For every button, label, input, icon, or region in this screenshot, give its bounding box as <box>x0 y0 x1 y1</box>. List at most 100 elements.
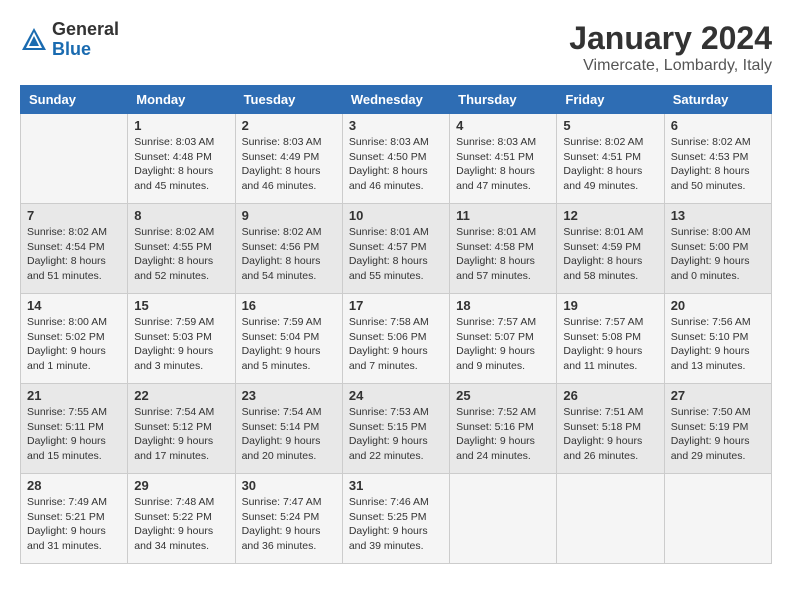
day-info: Sunrise: 7:54 AMSunset: 5:12 PMDaylight:… <box>134 405 228 464</box>
day-info-line: Sunset: 5:02 PM <box>27 331 105 343</box>
calendar-cell: 21Sunrise: 7:55 AMSunset: 5:11 PMDayligh… <box>21 384 128 474</box>
day-info-line: Daylight: 9 hours <box>671 435 750 447</box>
day-info-line: and 20 minutes. <box>242 450 317 462</box>
calendar-cell: 22 Sunrise: 7:54 AMSunset: 5:12 PMDayligh… <box>128 384 235 474</box>
day-info-line: Sunset: 4:54 PM <box>27 241 105 253</box>
calendar-cell: 4Sunrise: 8:03 AMSunset: 4:51 PMDaylight… <box>450 114 557 204</box>
day-info-line: Daylight: 9 hours <box>242 435 321 447</box>
header-wednesday: Wednesday <box>342 86 449 114</box>
day-info: Sunrise: 7:55 AM Sunset: 5:11 PM Daylight:… <box>27 405 121 464</box>
day-number: 7 <box>27 208 121 223</box>
day-info-line: Daylight: 9 hours <box>349 345 428 357</box>
day-info-line: Sunrise: 7:54 AM <box>242 406 322 418</box>
day-info-line: and 49 minutes. <box>563 180 638 192</box>
day-number: 18 <box>456 298 550 313</box>
day-info-line: and 47 minutes. <box>456 180 531 192</box>
week-row-2: 14Sunrise: 8:00 AMSunset: 5:02 PMDayligh… <box>21 294 772 384</box>
day-info-line: Sunrise: 7:46 AM <box>349 496 429 508</box>
day-info-line: Sunrise: 8:03 AM <box>456 136 536 148</box>
day-info-line: Sunset: 5:11 PM <box>27 421 104 433</box>
calendar-cell: 13Sunrise: 8:00 AMSunset: 5:00 PMDayligh… <box>664 204 771 294</box>
day-info-line: Sunrise: 7:55 AM <box>27 406 107 418</box>
day-info-line: Sunset: 4:48 PM <box>134 151 212 163</box>
day-info-line: Sunset: 5:22 PM <box>134 511 212 523</box>
day-info-line: Sunset: 5:25 PM <box>349 511 427 523</box>
day-info-line: Daylight: 8 hours <box>134 165 213 177</box>
day-number: 25 <box>456 388 550 403</box>
day-info: Sunrise: 7:53 AMSunset: 5:15 PMDaylight:… <box>349 405 443 464</box>
day-info: Sunrise: 8:01 AMSunset: 4:57 PMDaylight:… <box>349 225 443 284</box>
week-row-4: 28Sunrise: 7:49 AMSunset: 5:21 PMDayligh… <box>21 474 772 564</box>
day-number: 22 <box>134 388 228 403</box>
day-info-line: Sunrise: 7:48 AM <box>134 496 214 508</box>
day-info-line: Sunset: 5:16 PM <box>456 421 534 433</box>
day-info-line: Daylight: 9 hours <box>349 525 428 537</box>
day-info-line: Sunrise: 7:58 AM <box>349 316 429 328</box>
day-info-line: Daylight: 9 hours <box>456 435 535 447</box>
day-info: Sunrise: 8:03 AMSunset: 4:49 PMDaylight:… <box>242 135 336 194</box>
title-block: January 2024 Vimercate, Lombardy, Italy <box>569 20 772 75</box>
header-tuesday: Tuesday <box>235 86 342 114</box>
day-info-line: Daylight: 8 hours <box>27 255 106 267</box>
day-info-line: and 3 minutes. <box>134 360 203 372</box>
day-info-line: Daylight: 8 hours <box>134 255 213 267</box>
calendar-cell: 20Sunrise: 7:56 AMSunset: 5:10 PMDayligh… <box>664 294 771 384</box>
calendar-cell: 1Sunrise: 8:03 AMSunset: 4:48 PMDaylight… <box>128 114 235 204</box>
week-row-3: 21Sunrise: 7:55 AMSunset: 5:11 PMDayligh… <box>21 384 772 474</box>
day-info-line: Sunset: 4:59 PM <box>563 241 641 253</box>
day-info-line: Sunrise: 8:03 AM <box>242 136 322 148</box>
day-info-line: Sunrise: 8:02 AM <box>671 136 751 148</box>
day-info: Sunrise: 7:57 AMSunset: 5:07 PMDaylight:… <box>456 315 550 374</box>
day-info-line: and 52 minutes. <box>134 270 209 282</box>
day-info-line: and 22 minutes. <box>349 450 424 462</box>
calendar-cell: 8Sunrise: 8:02 AMSunset: 4:55 PMDaylight… <box>128 204 235 294</box>
day-info-line: Sunrise: 7:59 AM <box>242 316 322 328</box>
day-info: Sunrise: 8:02 AMSunset: 4:55 PMDaylight:… <box>134 225 228 284</box>
day-info-line: and 11 minutes. <box>563 360 637 372</box>
calendar-cell: 30Sunrise: 7:47 AMSunset: 5:24 PMDayligh… <box>235 474 342 564</box>
day-info: Sunrise: 8:02 AMSunset: 4:56 PMDaylight:… <box>242 225 336 284</box>
day-info: Sunrise: 8:01 AMSunset: 4:59 PMDaylight:… <box>563 225 657 284</box>
day-info-line: Daylight: 9 hours <box>349 435 428 447</box>
header-sunday: Sunday <box>21 86 128 114</box>
day-info-line: Daylight: 9 hours <box>27 525 106 537</box>
day-info-line: Sunset: 5:21 PM <box>27 511 105 523</box>
day-info-line: and 5 minutes. <box>242 360 311 372</box>
header-saturday: Saturday <box>664 86 771 114</box>
day-info-line: Sunrise: 7:47 AM <box>242 496 322 508</box>
day-info: Sunrise: 8:00 AMSunset: 5:00 PMDaylight:… <box>671 225 765 284</box>
day-info-line: Daylight: 9 hours <box>563 345 642 357</box>
day-info-line: Daylight: 8 hours <box>242 165 321 177</box>
day-number: 5 <box>563 118 657 133</box>
day-info-line: Sunset: 4:53 PM <box>671 151 749 163</box>
day-info-line: Sunrise: 8:02 AM <box>27 226 107 238</box>
day-info: Sunrise: 7:54 AMSunset: 5:14 PMDaylight:… <box>242 405 336 464</box>
day-info-line: Daylight: 9 hours <box>27 435 106 447</box>
day-info-line: and 17 minutes. <box>134 450 209 462</box>
day-number: 1 <box>134 118 228 133</box>
day-info: Sunrise: 7:50 AMSunset: 5:19 PMDaylight:… <box>671 405 765 464</box>
day-number: 31 <box>349 478 443 493</box>
day-info: Sunrise: 7:51 AMSunset: 5:18 PMDaylight:… <box>563 405 657 464</box>
calendar-title: January 2024 <box>569 20 772 57</box>
day-info-line: Sunset: 4:51 PM <box>563 151 641 163</box>
day-info-line: and 34 minutes. <box>134 540 209 552</box>
day-info-line: and 7 minutes. <box>349 360 418 372</box>
logo: General Blue <box>20 20 119 60</box>
calendar-cell: 7 Sunrise: 8:02 AM Sunset: 4:54 PM Daylight… <box>21 204 128 294</box>
day-info-line: Daylight: 9 hours <box>134 435 213 447</box>
day-info: Sunrise: 7:59 AMSunset: 5:03 PMDaylight:… <box>134 315 228 374</box>
day-info-line: Daylight: 8 hours <box>563 165 642 177</box>
day-info-line: Sunrise: 8:02 AM <box>242 226 322 238</box>
day-info-line: Sunset: 5:00 PM <box>671 241 749 253</box>
day-info-line: Sunset: 5:12 PM <box>134 421 212 433</box>
calendar-cell: 25Sunrise: 7:52 AMSunset: 5:16 PMDayligh… <box>450 384 557 474</box>
day-info-line: and 1 minute. <box>27 360 91 372</box>
day-info: Sunrise: 8:02 AM Sunset: 4:54 PM Daylight:… <box>27 225 121 284</box>
day-info-line: and 0 minutes. <box>671 270 740 282</box>
day-info: Sunrise: 7:49 AMSunset: 5:21 PMDaylight:… <box>27 495 121 554</box>
day-info-line: Sunset: 5:15 PM <box>349 421 427 433</box>
day-number: 10 <box>349 208 443 223</box>
day-number: 19 <box>563 298 657 313</box>
day-info-line: Daylight: 8 hours <box>349 255 428 267</box>
